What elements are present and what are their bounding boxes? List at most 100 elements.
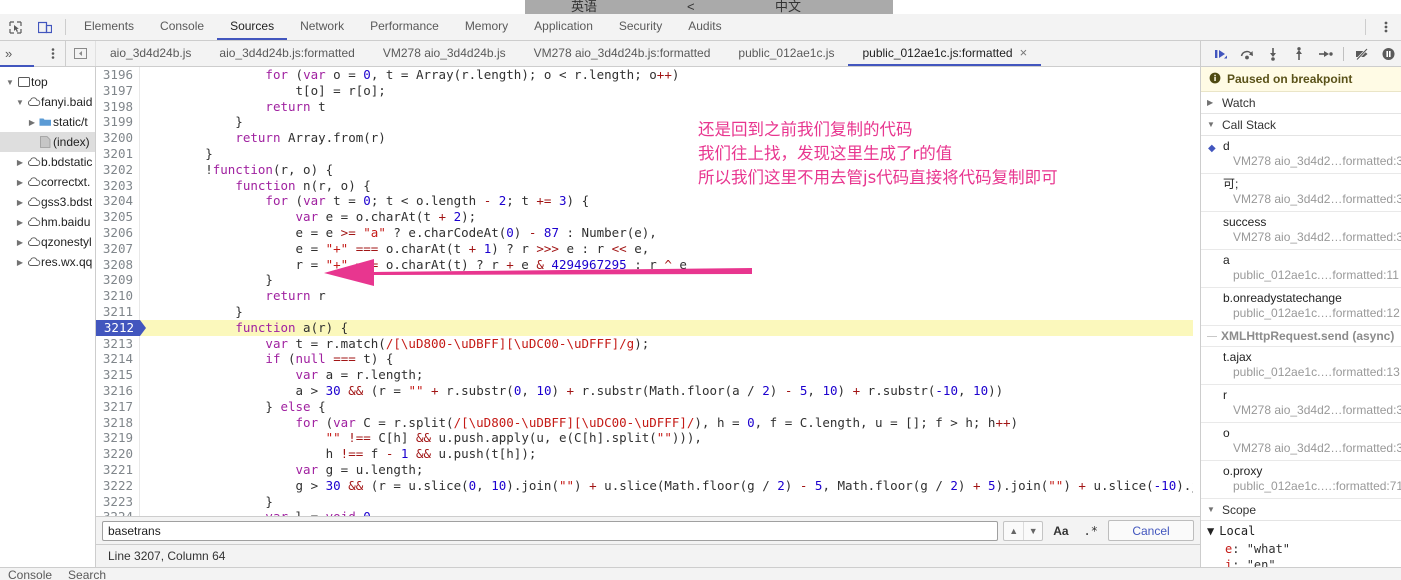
line-number[interactable]: 3210 xyxy=(96,288,140,304)
call-stack-item[interactable]: a public_012ae1c.…formatted:11 xyxy=(1201,250,1401,288)
code-line[interactable]: 3218 for (var C = r.split(/[\uD800-\uDBF… xyxy=(96,414,1200,431)
editor-scrollbar[interactable] xyxy=(1193,67,1200,516)
code-line[interactable]: 3217 } else { xyxy=(96,398,1200,415)
close-icon[interactable]: × xyxy=(1020,46,1028,59)
section-watch[interactable]: ▶ Watch xyxy=(1201,92,1401,114)
tab-sources[interactable]: Sources xyxy=(217,14,288,40)
twisty-closed-icon[interactable]: ▶ xyxy=(14,158,26,167)
chevron-down-icon[interactable]: ▼ xyxy=(1023,521,1042,540)
call-stack-item[interactable]: o VM278 aio_3d4d2…formatted:3 xyxy=(1201,423,1401,461)
cancel-button[interactable]: Cancel xyxy=(1108,520,1194,541)
drawer-tab-search[interactable]: Search xyxy=(68,568,106,580)
twisty-closed-icon[interactable]: ▶ xyxy=(14,178,26,187)
line-number[interactable]: 3218 xyxy=(96,414,140,431)
file-navigator-tree[interactable]: ▼ top ▼ fanyi.baid ▶ static/t (index) ▶ … xyxy=(0,67,96,567)
code-line[interactable]: 3206 e = e >= "a" ? e.charCodeAt(0) - 87… xyxy=(96,224,1200,241)
code-line[interactable]: 3205 var e = o.charAt(t + 2); xyxy=(96,209,1200,225)
tree-item-fanyi-baidu[interactable]: ▼ fanyi.baid xyxy=(0,92,95,112)
code-line[interactable]: 3200 return Array.from(r) xyxy=(96,130,1200,146)
navigator-kebab-icon[interactable] xyxy=(44,47,62,60)
code-line[interactable]: 3211 } xyxy=(96,303,1200,320)
tab-security[interactable]: Security xyxy=(606,14,675,40)
file-tab-aio-formatted[interactable]: aio_3d4d24b.js:formatted xyxy=(205,41,368,66)
deactivate-breakpoints-icon[interactable] xyxy=(1350,43,1374,65)
tree-item-qzonestyle[interactable]: ▶ qzonestyl xyxy=(0,232,95,252)
twisty-open-icon[interactable]: ▼ xyxy=(1207,120,1217,129)
line-number[interactable]: 3209 xyxy=(96,272,140,289)
match-case-button[interactable]: Aa xyxy=(1048,521,1073,541)
line-number[interactable]: 3197 xyxy=(96,82,140,99)
tab-performance[interactable]: Performance xyxy=(357,14,452,40)
twisty-closed-icon[interactable]: ▶ xyxy=(14,238,26,247)
step-out-icon[interactable] xyxy=(1287,43,1311,65)
file-tab-vm278-aio[interactable]: VM278 aio_3d4d24b.js xyxy=(369,41,520,66)
step-into-icon[interactable] xyxy=(1261,43,1285,65)
call-stack-item[interactable]: b.onreadystatechange public_012ae1c.…form… xyxy=(1201,288,1401,326)
line-number[interactable]: 3206 xyxy=(96,224,140,241)
call-stack-item[interactable]: success VM278 aio_3d4d2…formatted:3 xyxy=(1201,212,1401,250)
tree-item-top[interactable]: ▼ top xyxy=(0,72,95,92)
file-tab-vm278-aio-formatted[interactable]: VM278 aio_3d4d24b.js:formatted xyxy=(520,41,725,66)
line-number[interactable]: 3221 xyxy=(96,461,140,478)
code-line[interactable]: 3202 !function(r, o) { xyxy=(96,161,1200,178)
code-line[interactable]: 3221 var g = u.length; xyxy=(96,461,1200,478)
line-number[interactable]: 3207 xyxy=(96,240,140,257)
collapse-navigator-icon[interactable] xyxy=(66,41,96,66)
line-number[interactable]: 3201 xyxy=(96,145,140,162)
line-number[interactable]: 3216 xyxy=(96,382,140,399)
chevron-up-icon[interactable]: ▲ xyxy=(1004,522,1023,540)
pause-on-exceptions-icon[interactable] xyxy=(1376,43,1400,65)
code-line[interactable]: 3196 for (var o = 0, t = Array(r.length)… xyxy=(96,67,1200,83)
line-number[interactable]: 3224 xyxy=(96,509,140,516)
tree-item-index[interactable]: (index) xyxy=(0,132,95,152)
tree-item-hm-baidu[interactable]: ▶ hm.baidu xyxy=(0,212,95,232)
regex-button[interactable]: .* xyxy=(1079,521,1103,541)
line-number[interactable]: 3198 xyxy=(96,98,140,115)
tab-audits[interactable]: Audits xyxy=(675,14,734,40)
drawer-tab-console[interactable]: Console xyxy=(8,568,52,580)
line-number[interactable]: 3223 xyxy=(96,493,140,510)
line-number[interactable]: 3213 xyxy=(96,335,140,352)
call-stack-item[interactable]: t.ajax public_012ae1c.…formatted:13 xyxy=(1201,347,1401,385)
twisty-open-icon[interactable]: ▼ xyxy=(14,98,26,107)
code-line[interactable]: 3198 return t xyxy=(96,98,1200,115)
twisty-open-icon[interactable]: ▼ xyxy=(1207,524,1214,538)
tab-application[interactable]: Application xyxy=(521,14,606,40)
code-line[interactable]: 3209 } xyxy=(96,272,1200,289)
file-tab-aio[interactable]: aio_3d4d24b.js xyxy=(96,41,205,66)
code-line[interactable]: 3223 } xyxy=(96,493,1200,510)
device-toolbar-icon[interactable] xyxy=(30,14,60,40)
code-line[interactable]: 3220 h !== f - 1 && u.push(t[h]); xyxy=(96,446,1200,462)
resume-script-icon[interactable] xyxy=(1209,43,1233,65)
code-editor[interactable]: 3196 for (var o = 0, t = Array(r.length)… xyxy=(96,67,1200,516)
code-line[interactable]: 3197 t[o] = r[o]; xyxy=(96,82,1200,99)
show-navigator-icon[interactable]: » xyxy=(5,46,12,61)
line-number[interactable]: 3200 xyxy=(96,130,140,146)
line-number[interactable]: 3204 xyxy=(96,193,140,210)
call-stack-item[interactable]: ◆ d VM278 aio_3d4d2…formatted:3 xyxy=(1201,136,1401,174)
search-input[interactable] xyxy=(102,520,999,541)
twisty-open-icon[interactable]: ▼ xyxy=(1207,505,1217,514)
line-number[interactable]: 3220 xyxy=(96,446,140,462)
scope-local-row[interactable]: ▼ Local xyxy=(1201,521,1401,541)
twisty-open-icon[interactable]: ▼ xyxy=(4,78,16,87)
code-line[interactable]: 3212 function a(r) { xyxy=(96,319,1200,336)
code-line[interactable]: 3214 if (null === t) { xyxy=(96,351,1200,368)
tree-item-static[interactable]: ▶ static/t xyxy=(0,112,95,132)
tree-item-correctxt[interactable]: ▶ correctxt. xyxy=(0,172,95,192)
call-stack-item[interactable]: 可; VM278 aio_3d4d2…formatted:3 xyxy=(1201,174,1401,212)
file-tab-public[interactable]: public_012ae1c.js xyxy=(724,41,848,66)
tree-item-b-bdstatic[interactable]: ▶ b.bdstatic xyxy=(0,152,95,172)
line-number[interactable]: 3211 xyxy=(96,303,140,320)
call-stack-item[interactable]: r VM278 aio_3d4d2…formatted:3 xyxy=(1201,385,1401,423)
line-number[interactable]: 3214 xyxy=(96,351,140,368)
code-line[interactable]: 3208 r = "+" === o.charAt(t) ? r + e & 4… xyxy=(96,256,1200,273)
scope-variable-e[interactable]: e: "what" xyxy=(1201,541,1401,557)
line-number[interactable]: 3202 xyxy=(96,161,140,178)
code-line[interactable]: 3199 } xyxy=(96,114,1200,131)
code-line[interactable]: 3207 e = "+" === o.charAt(t + 1) ? r >>>… xyxy=(96,240,1200,257)
code-line[interactable]: 3201 } xyxy=(96,145,1200,162)
line-number[interactable]: 3219 xyxy=(96,430,140,447)
line-number[interactable]: 3196 xyxy=(96,67,140,83)
section-scope[interactable]: ▼ Scope xyxy=(1201,499,1401,521)
